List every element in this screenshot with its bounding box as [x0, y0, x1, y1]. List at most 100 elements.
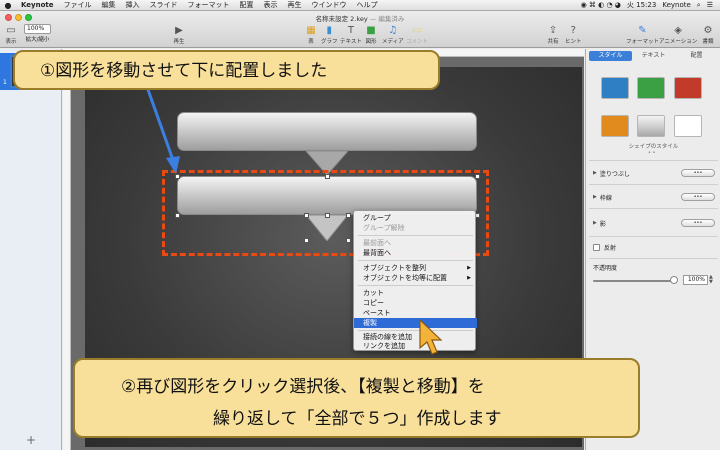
style-swatch-silver[interactable]: [637, 115, 665, 137]
submenu-arrow-icon: ▶: [467, 275, 471, 281]
menu-item-copy[interactable]: コピー: [354, 298, 477, 308]
slide-navigator: 1 +: [0, 49, 62, 450]
menu-item-cut[interactable]: カット: [354, 288, 477, 298]
border-more-button[interactable]: •••: [681, 193, 715, 201]
document-button[interactable]: ⚙ 書類: [701, 24, 715, 46]
opacity-stepper[interactable]: ▲ ▼: [709, 275, 715, 285]
view-button[interactable]: ▭ 表示: [4, 24, 18, 46]
menu-slide[interactable]: スライド: [145, 0, 183, 10]
opacity-slider-track[interactable]: [593, 280, 673, 282]
menu-item-duplicate[interactable]: 複製: [354, 318, 477, 328]
reflection-row[interactable]: 反射: [593, 241, 715, 253]
text-label: テキスト: [340, 39, 362, 45]
share-button[interactable]: ⇪ 共有: [546, 24, 560, 46]
divider: [589, 236, 718, 237]
reflection-checkbox[interactable]: [593, 243, 600, 251]
style-swatch-green[interactable]: [637, 77, 665, 99]
table-button[interactable]: ▦ 表: [304, 24, 318, 46]
user-name[interactable]: Keynote: [659, 1, 693, 9]
menu-separator: [358, 235, 473, 236]
shadow-label: 影: [599, 220, 606, 228]
text-button[interactable]: T テキスト: [340, 24, 362, 46]
menu-edit[interactable]: 編集: [97, 0, 121, 10]
menu-item-add-link[interactable]: リンクを追加: [354, 341, 477, 351]
fill-label: 塗りつぶし: [599, 170, 630, 178]
chart-icon: ▮: [326, 24, 332, 36]
callout-step-2-line-2: 繰り返して「全部で５つ」作成します: [213, 409, 502, 429]
menu-item-send-to-back[interactable]: 最背面へ: [354, 248, 477, 258]
animate-button[interactable]: ◈ アニメーション: [659, 24, 697, 46]
menu-play[interactable]: 再生: [283, 0, 307, 10]
menu-insert[interactable]: 挿入: [121, 0, 145, 10]
disclosure-triangle-icon[interactable]: ▶: [593, 194, 597, 200]
search-icon[interactable]: ⌕: [694, 1, 704, 10]
format-button[interactable]: ✎ フォーマット: [626, 24, 660, 46]
tab-arrange[interactable]: 配置: [675, 51, 718, 61]
apple-menu-icon[interactable]: ●: [0, 1, 16, 10]
view-label: 表示: [5, 39, 17, 45]
style-swatch-blue[interactable]: [601, 77, 629, 99]
format-label: フォーマット: [626, 39, 660, 45]
divider: [589, 208, 718, 209]
menu-item-align-objects[interactable]: オブジェクトを整列 ▶: [354, 263, 477, 273]
play-icon: ▶: [175, 24, 183, 36]
callout-step-2-line-1: ②再び図形をクリック選択後、【複製と移動】を: [121, 377, 485, 397]
menu-app[interactable]: Keynote: [16, 1, 59, 9]
status-icons[interactable]: ◉ ⌘ ◐ ◔ ◕: [578, 1, 624, 9]
style-swatch-red[interactable]: [674, 77, 702, 99]
clock[interactable]: 火 15:23: [624, 0, 659, 10]
share-icon: ⇪: [548, 24, 558, 36]
play-button[interactable]: ▶ 再生: [172, 24, 186, 46]
comment-icon: ▭: [412, 24, 422, 36]
distribute-objects-label: オブジェクトを均等に配置: [363, 274, 447, 282]
tab-text[interactable]: テキスト: [632, 51, 675, 61]
menu-format[interactable]: フォーマット: [183, 0, 235, 10]
menu-help[interactable]: ヘルプ: [352, 0, 383, 10]
annotation-arrow-icon: [144, 83, 180, 174]
border-row[interactable]: ▶ 枠線 •••: [593, 191, 715, 203]
paintbrush-icon: ✎: [638, 24, 647, 36]
fill-more-button[interactable]: •••: [681, 169, 715, 177]
menu-bar: ● Keynote ファイル 編集 挿入 スライド フォーマット 配置 表示 再…: [0, 0, 720, 11]
opacity-slider-knob[interactable]: [670, 276, 678, 284]
menu-window[interactable]: ウインドウ: [307, 0, 352, 10]
shadow-row[interactable]: ▶ 影 •••: [593, 217, 715, 229]
zoom-select[interactable]: 100%: [24, 24, 51, 34]
media-label: メディア: [382, 39, 404, 45]
media-button[interactable]: ♫ メディア: [382, 24, 404, 46]
add-slide-button[interactable]: +: [26, 433, 36, 447]
menu-item-group[interactable]: グループ: [354, 213, 477, 223]
zoom-label: 拡大/縮小: [25, 37, 50, 43]
style-swatch-orange[interactable]: [601, 115, 629, 137]
text-icon: T: [347, 24, 354, 36]
style-swatch-white[interactable]: [674, 115, 702, 137]
menu-view[interactable]: 表示: [259, 0, 283, 10]
slide-number: 1: [3, 79, 7, 86]
menu-item-distribute-objects[interactable]: オブジェクトを均等に配置 ▶: [354, 273, 477, 283]
opacity-input[interactable]: 100%: [683, 275, 708, 285]
menu-separator: [358, 285, 473, 286]
border-label: 枠線: [599, 194, 612, 202]
menu-item-ungroup[interactable]: グループ解除: [354, 223, 477, 233]
tips-button[interactable]: ? ヒント: [565, 24, 582, 46]
tab-style[interactable]: スタイル: [589, 51, 632, 61]
shadow-more-button[interactable]: •••: [681, 219, 715, 227]
zoom-control[interactable]: 100% 拡大/縮小: [24, 24, 51, 43]
list-icon[interactable]: ☰: [704, 1, 716, 9]
menu-item-bring-to-front[interactable]: 最前面へ: [354, 238, 477, 248]
document-status: — 編集済み: [369, 15, 405, 23]
play-label: 再生: [173, 39, 185, 45]
style-page-dots[interactable]: • •: [648, 150, 656, 156]
vertical-ruler: [63, 57, 71, 450]
comment-button[interactable]: ▭ コメント: [406, 24, 428, 46]
menu-item-paste[interactable]: ペースト: [354, 308, 477, 318]
disclosure-triangle-icon[interactable]: ▶: [593, 220, 597, 226]
callout-shape-top[interactable]: [177, 112, 477, 151]
chart-button[interactable]: ▮ グラフ: [321, 24, 338, 46]
shape-button[interactable]: ■ 図形: [364, 24, 378, 46]
disclosure-triangle-icon[interactable]: ▶: [593, 170, 597, 176]
menu-file[interactable]: ファイル: [59, 0, 97, 10]
fill-row[interactable]: ▶ 塗りつぶし •••: [593, 167, 715, 179]
media-icon: ♫: [388, 24, 398, 36]
menu-arrange[interactable]: 配置: [235, 0, 259, 10]
